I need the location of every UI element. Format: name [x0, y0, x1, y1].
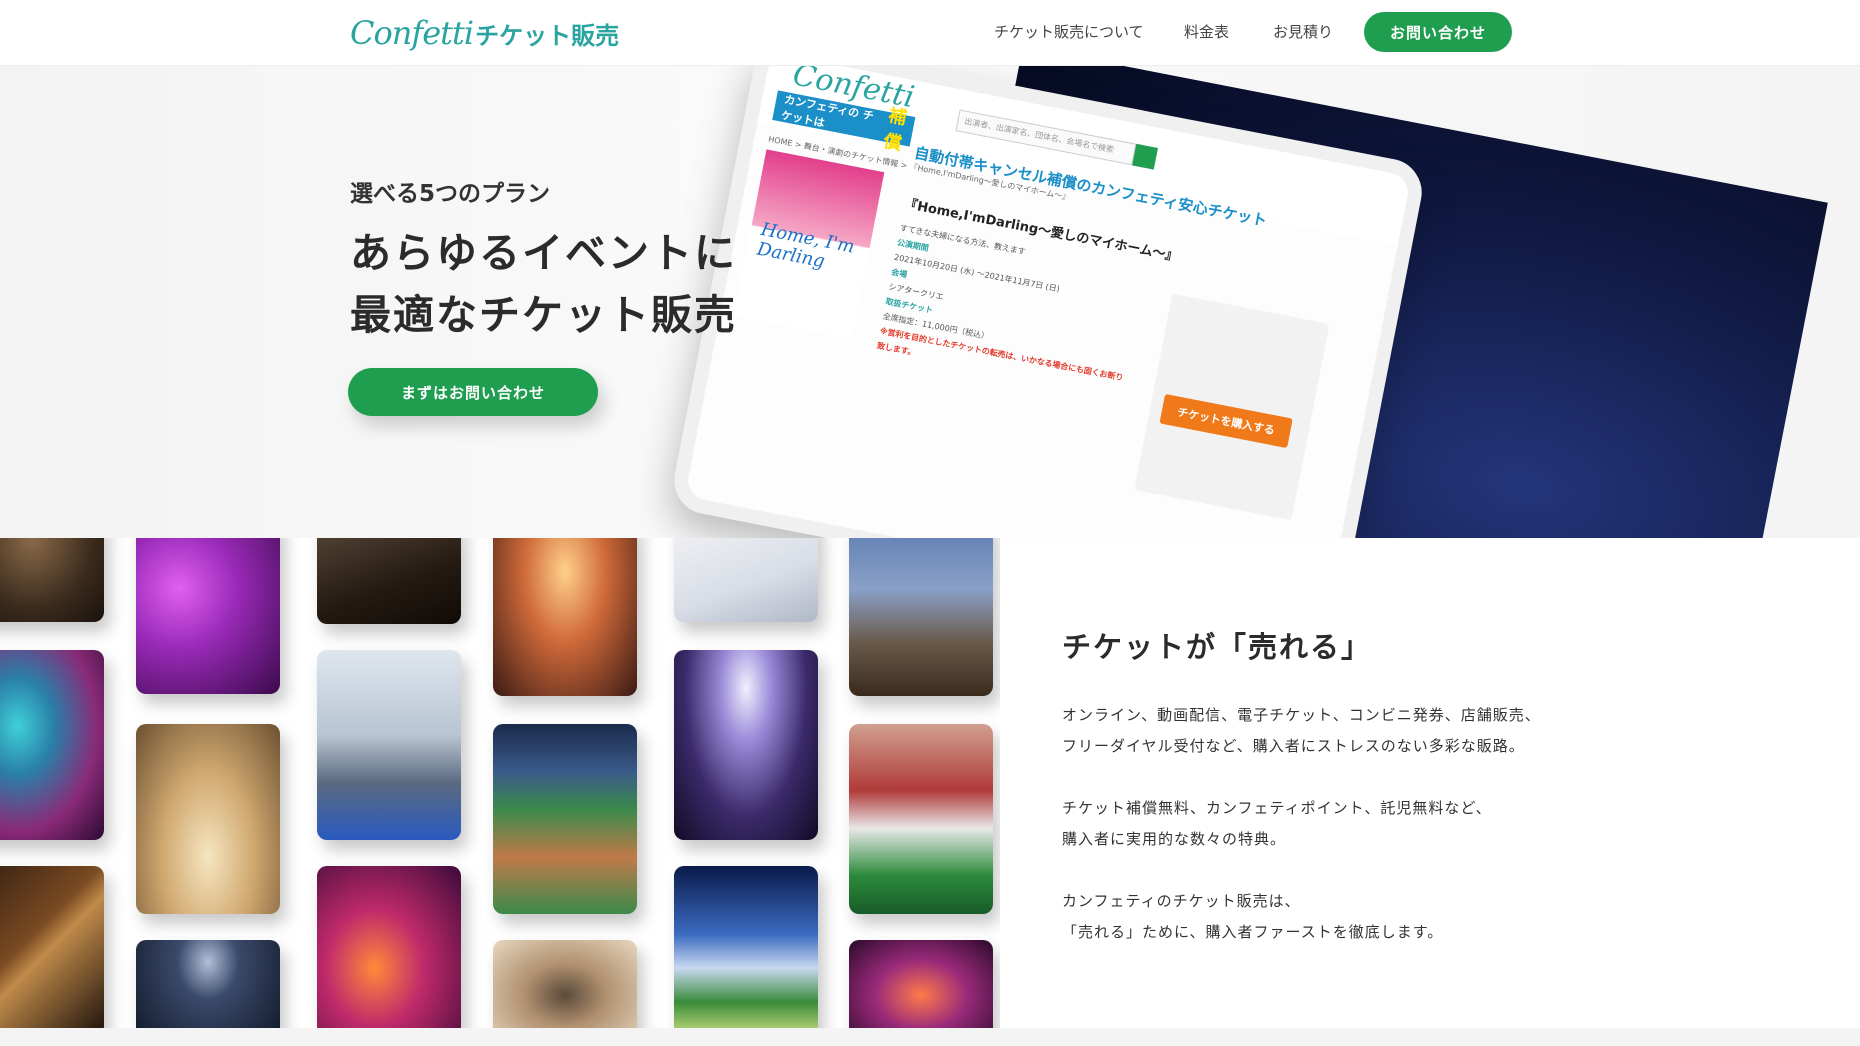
- hero-title-line2: 最適なチケット販売: [350, 291, 737, 339]
- hero-contact-button[interactable]: まずはお問い合わせ: [348, 368, 598, 416]
- site-logo[interactable]: Confetti チケット販売: [350, 14, 619, 52]
- features-p2-line2: 購入者に実用的な数々の特典。: [1062, 830, 1287, 848]
- photo-stadium-floodlights: [674, 866, 818, 1028]
- features-p3-line1: カンフェティのチケット販売は、: [1062, 892, 1301, 910]
- photo-arena-lights: [136, 940, 280, 1028]
- photo-soccer: [849, 724, 993, 914]
- features-p3-line2: 「売れる」ために、購入者ファーストを徹底します。: [1062, 923, 1444, 941]
- nav-about-ticket-sales[interactable]: チケット販売について: [994, 21, 1144, 42]
- features-paragraph-benefits: チケット補償無料、カンフェティポイント、託児無料など、 購入者に実用的な数々の特…: [1062, 793, 1492, 855]
- photo-conference: [849, 538, 993, 696]
- logo-wordmark: Confetti: [350, 14, 474, 52]
- features-paragraph-philosophy: カンフェティのチケット販売は、 「売れる」ために、購入者ファーストを徹底します。: [1062, 886, 1443, 948]
- photo-purple-lights: [849, 940, 993, 1028]
- mockup-search-icon: [1132, 143, 1158, 170]
- photo-singer-stage: [0, 650, 104, 840]
- features-p1-line2: フリーダイヤル受付など、購入者にストレスのない多彩な販路。: [1062, 737, 1525, 755]
- photo-baseball-stadium: [493, 724, 637, 914]
- photo-stage-spotlights: [317, 866, 461, 1028]
- photo-band-drummer: [136, 538, 280, 694]
- mockup-poster-title: Home, I'm Darling: [755, 218, 857, 273]
- nav-estimate[interactable]: お見積り: [1273, 21, 1333, 42]
- hero-section: Confetti カンフェティの チケットは 補償 出演者、出演家名、団体名、会…: [0, 66, 1860, 538]
- photo-violin: [0, 866, 104, 1028]
- hero-title: あらゆるイベントに 最適なチケット販売: [350, 222, 737, 346]
- bottom-divider: [0, 1028, 1860, 1046]
- mockup-event-poster: Home, I'm Darling: [734, 149, 885, 340]
- photo-concert-crowd: [0, 538, 104, 622]
- event-photo-grid: [0, 538, 1000, 1028]
- photo-silhouette-performer: [493, 940, 637, 1028]
- photo-concert-hands: [674, 650, 818, 840]
- features-paragraph-channels: オンライン、動画配信、電子チケット、コンビニ発券、店舗販売、 フリーダイヤル受付…: [1062, 700, 1541, 762]
- logo-ticket-text: チケット販売: [475, 22, 620, 50]
- photo-festival-crowd: [493, 538, 637, 696]
- photo-dark-hall: [317, 538, 461, 624]
- site-mockup: Confetti カンフェティの チケットは 補償 出演者、出演家名、団体名、会…: [661, 66, 1828, 538]
- hero-title-line1: あらゆるイベントに: [350, 229, 737, 277]
- site-header: Confetti チケット販売 チケット販売について 料金表 お見積り お問い合…: [0, 0, 1860, 66]
- features-p1-line1: オンライン、動画配信、電子チケット、コンビニ発券、店舗販売、: [1062, 706, 1541, 724]
- hero-subtitle: 選べる5つのプラン: [350, 181, 551, 207]
- photo-snow-sport: [674, 538, 818, 622]
- nav-pricing[interactable]: 料金表: [1184, 21, 1229, 42]
- header-contact-button[interactable]: お問い合わせ: [1364, 12, 1512, 52]
- photo-basketball-dunk: [136, 724, 280, 914]
- features-title: チケットが「売れる」: [1062, 630, 1373, 664]
- features-p2-line1: チケット補償無料、カンフェティポイント、託児無料など、: [1062, 799, 1492, 817]
- photo-exhibition-hall: [317, 650, 461, 840]
